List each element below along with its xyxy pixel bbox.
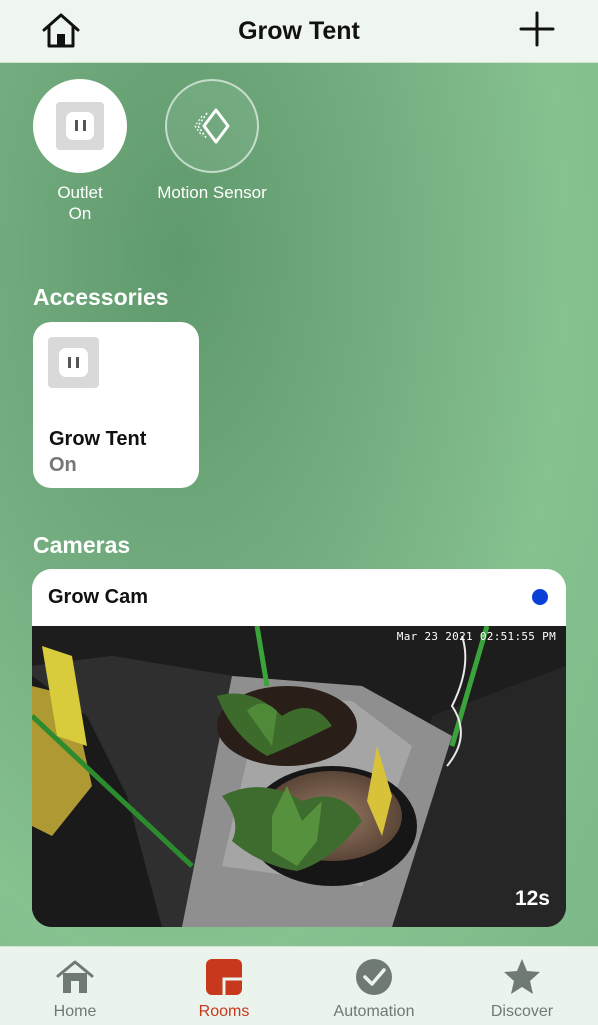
cameras-section-title: Cameras: [33, 532, 131, 558]
motion-sensor-tile-circle[interactable]: [165, 79, 259, 173]
star-icon: [502, 957, 542, 997]
motion-sensor-tile-label: Motion Sensor: [157, 183, 267, 202]
outlet-tile-label: Outlet On: [57, 183, 103, 223]
live-indicator-dot: [532, 589, 548, 605]
page-title: Grow Tent: [238, 16, 360, 45]
top-bar: Grow Tent: [0, 0, 598, 63]
camera-card-grow-cam[interactable]: Grow Cam Mar 23 2021 02:51:55 PM 12s: [32, 569, 566, 927]
camera-feed-image: [32, 625, 566, 927]
accessory-state: On: [49, 454, 77, 476]
accessory-card-grow-tent[interactable]: Grow Tent On: [33, 322, 199, 488]
tab-discover[interactable]: Discover: [462, 957, 582, 1021]
outlet-tile[interactable]: Outlet On: [10, 79, 150, 224]
tab-automation-label: Automation: [333, 1003, 415, 1020]
motion-sensor-icon: [194, 108, 230, 144]
outlet-icon: [56, 102, 104, 150]
add-icon[interactable]: [516, 8, 558, 50]
camera-card-header: Grow Cam: [32, 569, 566, 626]
camera-name: Grow Cam: [48, 586, 149, 608]
tab-bar: Home Rooms Automation Discover: [0, 946, 598, 1025]
tab-discover-label: Discover: [490, 1003, 554, 1020]
house-icon: [55, 957, 95, 997]
tab-rooms[interactable]: Rooms: [164, 957, 284, 1021]
accessories-section-title: Accessories: [33, 284, 169, 310]
tab-automation[interactable]: Automation: [314, 957, 434, 1021]
tab-home-label: Home: [53, 1003, 97, 1020]
camera-feed[interactable]: Mar 23 2021 02:51:55 PM 12s: [32, 625, 566, 927]
clock-check-icon: [354, 957, 394, 997]
accessory-name: Grow Tent: [49, 428, 147, 450]
rooms-icon: [204, 957, 244, 997]
tab-rooms-label: Rooms: [198, 1003, 250, 1020]
camera-timestamp: Mar 23 2021 02:51:55 PM: [396, 630, 556, 643]
outlet-icon: [48, 337, 99, 388]
home-icon[interactable]: [40, 10, 82, 50]
outlet-tile-circle[interactable]: [33, 79, 127, 173]
motion-sensor-tile[interactable]: Motion Sensor: [142, 79, 282, 203]
tab-home[interactable]: Home: [15, 957, 135, 1021]
camera-snapshot-age: 12s: [514, 887, 550, 910]
